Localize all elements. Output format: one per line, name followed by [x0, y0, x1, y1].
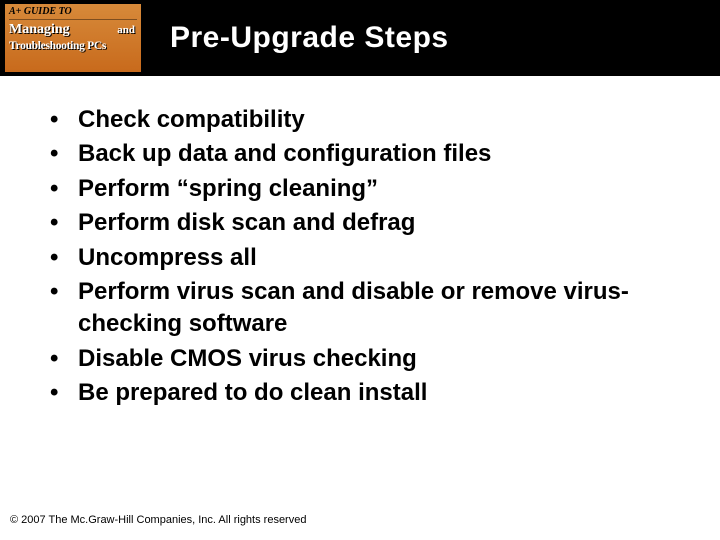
slide: A+ GUIDE TO Managing and Troubleshooting… [0, 0, 720, 540]
list-item: Perform disk scan and defrag [48, 207, 690, 239]
list-item: Back up data and configuration files [48, 138, 690, 170]
logo-and: and [117, 24, 135, 36]
book-logo: A+ GUIDE TO Managing and Troubleshooting… [4, 3, 142, 73]
list-item: Perform virus scan and disable or remove… [48, 276, 690, 341]
bullet-list: Check compatibility Back up data and con… [48, 104, 690, 410]
logo-line1: Managing [9, 22, 70, 38]
list-item: Disable CMOS virus checking [48, 343, 690, 375]
copyright-footer: © 2007 The Mc.Graw-Hill Companies, Inc. … [10, 514, 306, 526]
list-item: Uncompress all [48, 242, 690, 274]
list-item: Be prepared to do clean install [48, 377, 690, 409]
slide-title: Pre-Upgrade Steps [142, 21, 720, 55]
logo-topline: A+ GUIDE TO [9, 6, 137, 20]
list-item: Check compatibility [48, 104, 690, 136]
content-area: Check compatibility Back up data and con… [0, 76, 720, 410]
title-bar: A+ GUIDE TO Managing and Troubleshooting… [0, 0, 720, 76]
logo-line2: Troubleshooting PCs [9, 40, 106, 52]
list-item: Perform “spring cleaning” [48, 173, 690, 205]
